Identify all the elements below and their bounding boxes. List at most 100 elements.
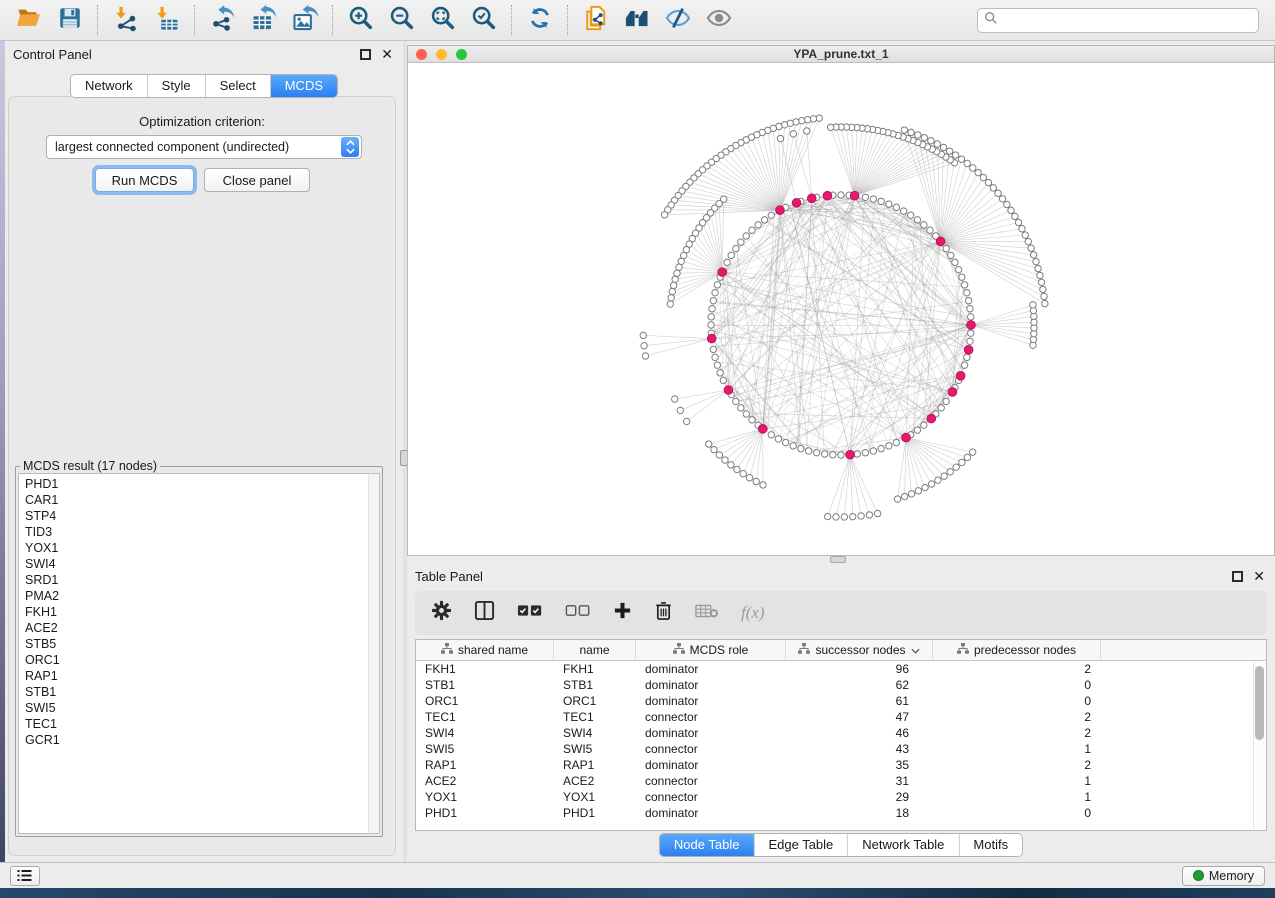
import-table-button[interactable] xyxy=(146,3,187,37)
cell-predecessor_nodes: 1 xyxy=(933,789,1101,805)
open-session-button[interactable] xyxy=(8,3,49,37)
tab-network[interactable]: Network xyxy=(71,75,148,97)
cell-predecessor_nodes: 0 xyxy=(933,805,1101,821)
table-row[interactable]: ACE2ACE2connector311 xyxy=(416,773,1253,789)
result-list-item[interactable]: ORC1 xyxy=(19,652,379,668)
mcds-result-groupbox: MCDS result (17 nodes) PHD1CAR1STP4TID3Y… xyxy=(15,459,383,837)
result-list-item[interactable]: ACE2 xyxy=(19,620,379,636)
result-list-item[interactable]: GCR1 xyxy=(19,732,379,748)
refresh-view-button[interactable] xyxy=(519,3,560,37)
show-graphics-details-button[interactable] xyxy=(698,3,739,37)
network-window-titlebar[interactable]: YPA_prune.txt_1 xyxy=(408,46,1274,63)
column-header[interactable]: shared name xyxy=(416,640,554,660)
table-row[interactable]: STB1STB1dominator620 xyxy=(416,677,1253,693)
column-header[interactable]: MCDS role xyxy=(636,640,786,660)
search-icon xyxy=(984,11,998,30)
zoom-out-button[interactable] xyxy=(381,3,422,37)
zoom-selected-button[interactable] xyxy=(463,3,504,37)
tab-style[interactable]: Style xyxy=(148,75,206,97)
result-list-scrollbar[interactable] xyxy=(368,474,379,833)
control-panel: Control Panel ✕ Network Style Select MCD… xyxy=(5,41,403,862)
navigator-button[interactable] xyxy=(616,3,657,37)
export-image-button[interactable] xyxy=(284,3,325,37)
clone-network-button[interactable] xyxy=(575,3,616,37)
table-row[interactable]: SWI4SWI4dominator462 xyxy=(416,725,1253,741)
network-graph[interactable] xyxy=(408,63,1274,555)
criterion-select[interactable]: largest connected component (undirected) xyxy=(46,135,362,159)
cell-mcds_role: dominator xyxy=(636,677,786,693)
column-header[interactable]: successor nodes xyxy=(786,640,933,660)
tab-network-table[interactable]: Network Table xyxy=(848,834,959,856)
import-network-button[interactable] xyxy=(105,3,146,37)
add-column-button[interactable] xyxy=(613,601,632,625)
cell-mcds_role: connector xyxy=(636,773,786,789)
close-panel-button[interactable]: Close panel xyxy=(204,168,310,192)
export-image-icon xyxy=(291,4,319,37)
close-panel-icon[interactable]: ✕ xyxy=(1253,571,1265,582)
column-header-label: predecessor nodes xyxy=(974,643,1076,657)
result-list-item[interactable]: PHD1 xyxy=(19,476,379,492)
tab-select[interactable]: Select xyxy=(206,75,271,97)
search-field[interactable] xyxy=(977,8,1259,33)
table-row[interactable]: FKH1FKH1dominator962 xyxy=(416,661,1253,677)
tab-node-table[interactable]: Node Table xyxy=(660,834,755,856)
cell-predecessor_nodes: 1 xyxy=(933,773,1101,789)
cell-mcds_role: connector xyxy=(636,741,786,757)
save-session-button[interactable] xyxy=(49,3,90,37)
result-list-item[interactable]: TEC1 xyxy=(19,716,379,732)
table-row[interactable]: YOX1YOX1connector291 xyxy=(416,789,1253,805)
float-panel-icon[interactable] xyxy=(360,49,371,60)
result-list-item[interactable]: FKH1 xyxy=(19,604,379,620)
show-all-columns-button[interactable] xyxy=(517,603,543,623)
export-table-button[interactable] xyxy=(243,3,284,37)
table-row[interactable]: PHD1PHD1dominator180 xyxy=(416,805,1253,821)
result-list-item[interactable]: RAP1 xyxy=(19,668,379,684)
main-toolbar xyxy=(0,0,1275,41)
table-settings-button[interactable] xyxy=(431,600,452,626)
result-list-item[interactable]: SWI4 xyxy=(19,556,379,572)
float-panel-icon[interactable] xyxy=(1232,571,1243,582)
table-row[interactable]: ORC1ORC1dominator610 xyxy=(416,693,1253,709)
result-list-item[interactable]: CAR1 xyxy=(19,492,379,508)
tab-edge-table[interactable]: Edge Table xyxy=(754,834,848,856)
delete-columns-button[interactable] xyxy=(654,600,673,626)
hide-all-columns-button[interactable] xyxy=(565,603,591,623)
tab-mcds[interactable]: MCDS xyxy=(271,75,337,97)
table-row[interactable]: RAP1RAP1dominator352 xyxy=(416,757,1253,773)
result-list-item[interactable]: YOX1 xyxy=(19,540,379,556)
split-columns-button[interactable] xyxy=(474,600,495,626)
shared-column-icon xyxy=(798,643,810,657)
delete-table-button[interactable] xyxy=(695,603,719,624)
zoom-fit-button[interactable] xyxy=(422,3,463,37)
table-row[interactable]: SWI5SWI5connector431 xyxy=(416,741,1253,757)
horizontal-splitter-handle[interactable] xyxy=(830,556,846,563)
task-history-button[interactable] xyxy=(10,866,40,886)
search-input[interactable] xyxy=(1002,13,1252,27)
column-header[interactable]: predecessor nodes xyxy=(933,640,1101,660)
table-row[interactable]: TEC1TEC1connector472 xyxy=(416,709,1253,725)
close-panel-icon[interactable]: ✕ xyxy=(381,49,393,60)
cell-shared_name: SWI4 xyxy=(416,725,554,741)
mcds-result-list[interactable]: PHD1CAR1STP4TID3YOX1SWI4SRD1PMA2FKH1ACE2… xyxy=(18,473,380,834)
cell-successor_nodes: 46 xyxy=(786,725,933,741)
memory-button[interactable]: Memory xyxy=(1182,866,1265,886)
function-builder-button[interactable]: f(x) xyxy=(741,603,765,623)
column-header[interactable]: name xyxy=(554,640,636,660)
result-list-item[interactable]: STB1 xyxy=(19,684,379,700)
result-list-item[interactable]: PMA2 xyxy=(19,588,379,604)
result-list-item[interactable]: SRD1 xyxy=(19,572,379,588)
hide-graphics-details-button[interactable] xyxy=(657,3,698,37)
result-list-item[interactable]: STB5 xyxy=(19,636,379,652)
result-list-item[interactable]: STP4 xyxy=(19,508,379,524)
export-network-button[interactable] xyxy=(202,3,243,37)
table-panel-header: Table Panel ✕ xyxy=(407,563,1275,590)
zoom-in-button[interactable] xyxy=(340,3,381,37)
table-scrollbar-thumb[interactable] xyxy=(1255,666,1264,740)
shared-column-icon xyxy=(957,643,969,657)
tab-motifs[interactable]: Motifs xyxy=(959,834,1022,856)
result-list-item[interactable]: TID3 xyxy=(19,524,379,540)
network-canvas[interactable] xyxy=(408,63,1274,555)
result-list-item[interactable]: SWI5 xyxy=(19,700,379,716)
run-mcds-button[interactable]: Run MCDS xyxy=(95,168,194,192)
table-scrollbar[interactable] xyxy=(1253,662,1265,829)
